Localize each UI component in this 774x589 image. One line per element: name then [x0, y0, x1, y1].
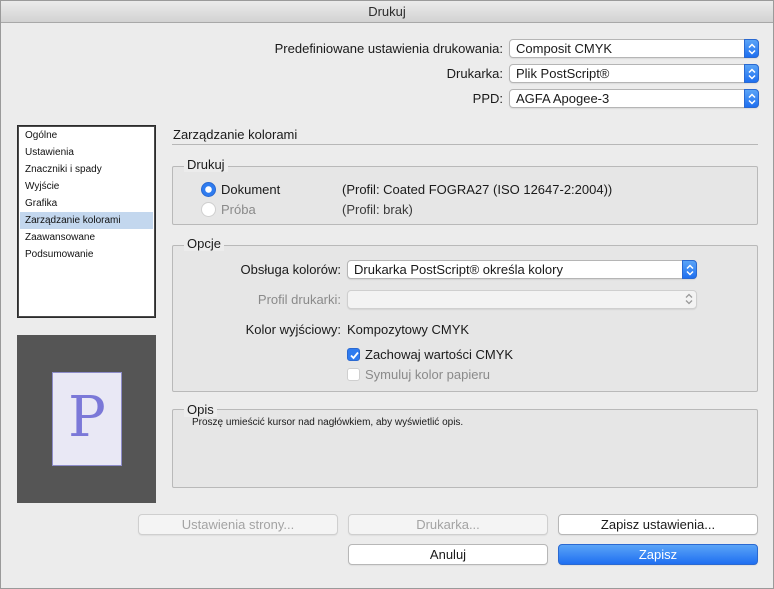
updown-arrows-icon — [682, 290, 697, 309]
sidebar-item-general[interactable]: Ogólne — [20, 127, 153, 144]
printer-profile-dropdown[interactable] — [347, 290, 697, 309]
color-handling-dropdown[interactable]: Drukarka PostScript® określa kolory — [347, 260, 697, 279]
sidebar-item-advanced[interactable]: Zaawansowane — [20, 229, 153, 246]
sidebar-item-color-management[interactable]: Zarządzanie kolorami — [20, 212, 153, 229]
preset-label: Predefiniowane ustawienia drukowania: — [274, 41, 503, 56]
updown-arrows-icon — [744, 39, 759, 58]
preset-value: Composit CMYK — [516, 41, 613, 56]
window-title: Drukuj — [1, 1, 773, 23]
printer-value: Plik PostScript® — [516, 66, 610, 81]
sidebar-item-graphics[interactable]: Grafika — [20, 195, 153, 212]
preserve-cmyk-label: Zachowaj wartości CMYK — [365, 347, 514, 362]
ppd-label: PPD: — [472, 91, 503, 106]
checkmark-icon — [350, 351, 359, 360]
ppd-value: AGFA Apogee-3 — [516, 91, 610, 106]
color-handling-value: Drukarka PostScript® określa kolory — [354, 262, 563, 277]
print-dialog: Drukuj Predefiniowane ustawienia drukowa… — [0, 0, 774, 589]
proof-profile-text: (Profil: brak) — [342, 202, 413, 217]
output-color-value: Kompozytowy CMYK — [347, 322, 470, 337]
sidebar-item-setup[interactable]: Ustawienia — [20, 144, 153, 161]
printer-profile-label: Profil drukarki: — [257, 292, 341, 307]
simulate-paper-checkbox[interactable] — [347, 368, 360, 381]
print-group-title: Drukuj — [184, 157, 228, 172]
description-group-title: Opis — [184, 402, 217, 417]
updown-arrows-icon — [744, 64, 759, 83]
updown-arrows-icon — [744, 89, 759, 108]
ppd-dropdown[interactable]: AGFA Apogee-3 — [509, 89, 759, 108]
preview-page: P — [52, 372, 122, 466]
preview-letter: P — [68, 385, 106, 450]
updown-arrows-icon — [682, 260, 697, 279]
category-list[interactable]: Ogólne Ustawienia Znaczniki i spady Wyjś… — [17, 125, 156, 318]
printer-label: Drukarka: — [446, 66, 503, 81]
printer-button[interactable]: Drukarka... — [348, 514, 548, 535]
color-handling-label: Obsługa kolorów: — [240, 262, 341, 277]
sidebar-item-output[interactable]: Wyjście — [20, 178, 153, 195]
save-settings-button[interactable]: Zapisz ustawienia... — [558, 514, 758, 535]
preset-dropdown[interactable]: Composit CMYK — [509, 39, 759, 58]
printer-dropdown[interactable]: Plik PostScript® — [509, 64, 759, 83]
document-profile-text: (Profil: Coated FOGRA27 (ISO 12647-2:200… — [342, 182, 613, 197]
simulate-paper-label: Symuluj kolor papieru — [365, 367, 491, 382]
proof-radio-label: Próba — [221, 202, 256, 217]
page-setup-button[interactable]: Ustawienia strony... — [138, 514, 338, 535]
document-radio-label: Dokument — [221, 182, 281, 197]
sidebar-item-summary[interactable]: Podsumowanie — [20, 246, 153, 263]
cancel-button[interactable]: Anuluj — [348, 544, 548, 565]
options-group-title: Opcje — [184, 236, 224, 251]
output-color-label: Kolor wyjściowy: — [245, 322, 341, 337]
preserve-cmyk-checkbox[interactable] — [347, 348, 360, 361]
title-divider — [172, 144, 758, 145]
page-title: Zarządzanie kolorami — [173, 127, 298, 142]
save-button[interactable]: Zapisz — [558, 544, 758, 565]
sidebar-item-marks-bleed[interactable]: Znaczniki i spady — [20, 161, 153, 178]
proof-radio[interactable] — [201, 202, 216, 217]
document-radio[interactable] — [201, 182, 216, 197]
description-text: Proszę umieścić kursor nad nagłówkiem, a… — [192, 417, 464, 428]
